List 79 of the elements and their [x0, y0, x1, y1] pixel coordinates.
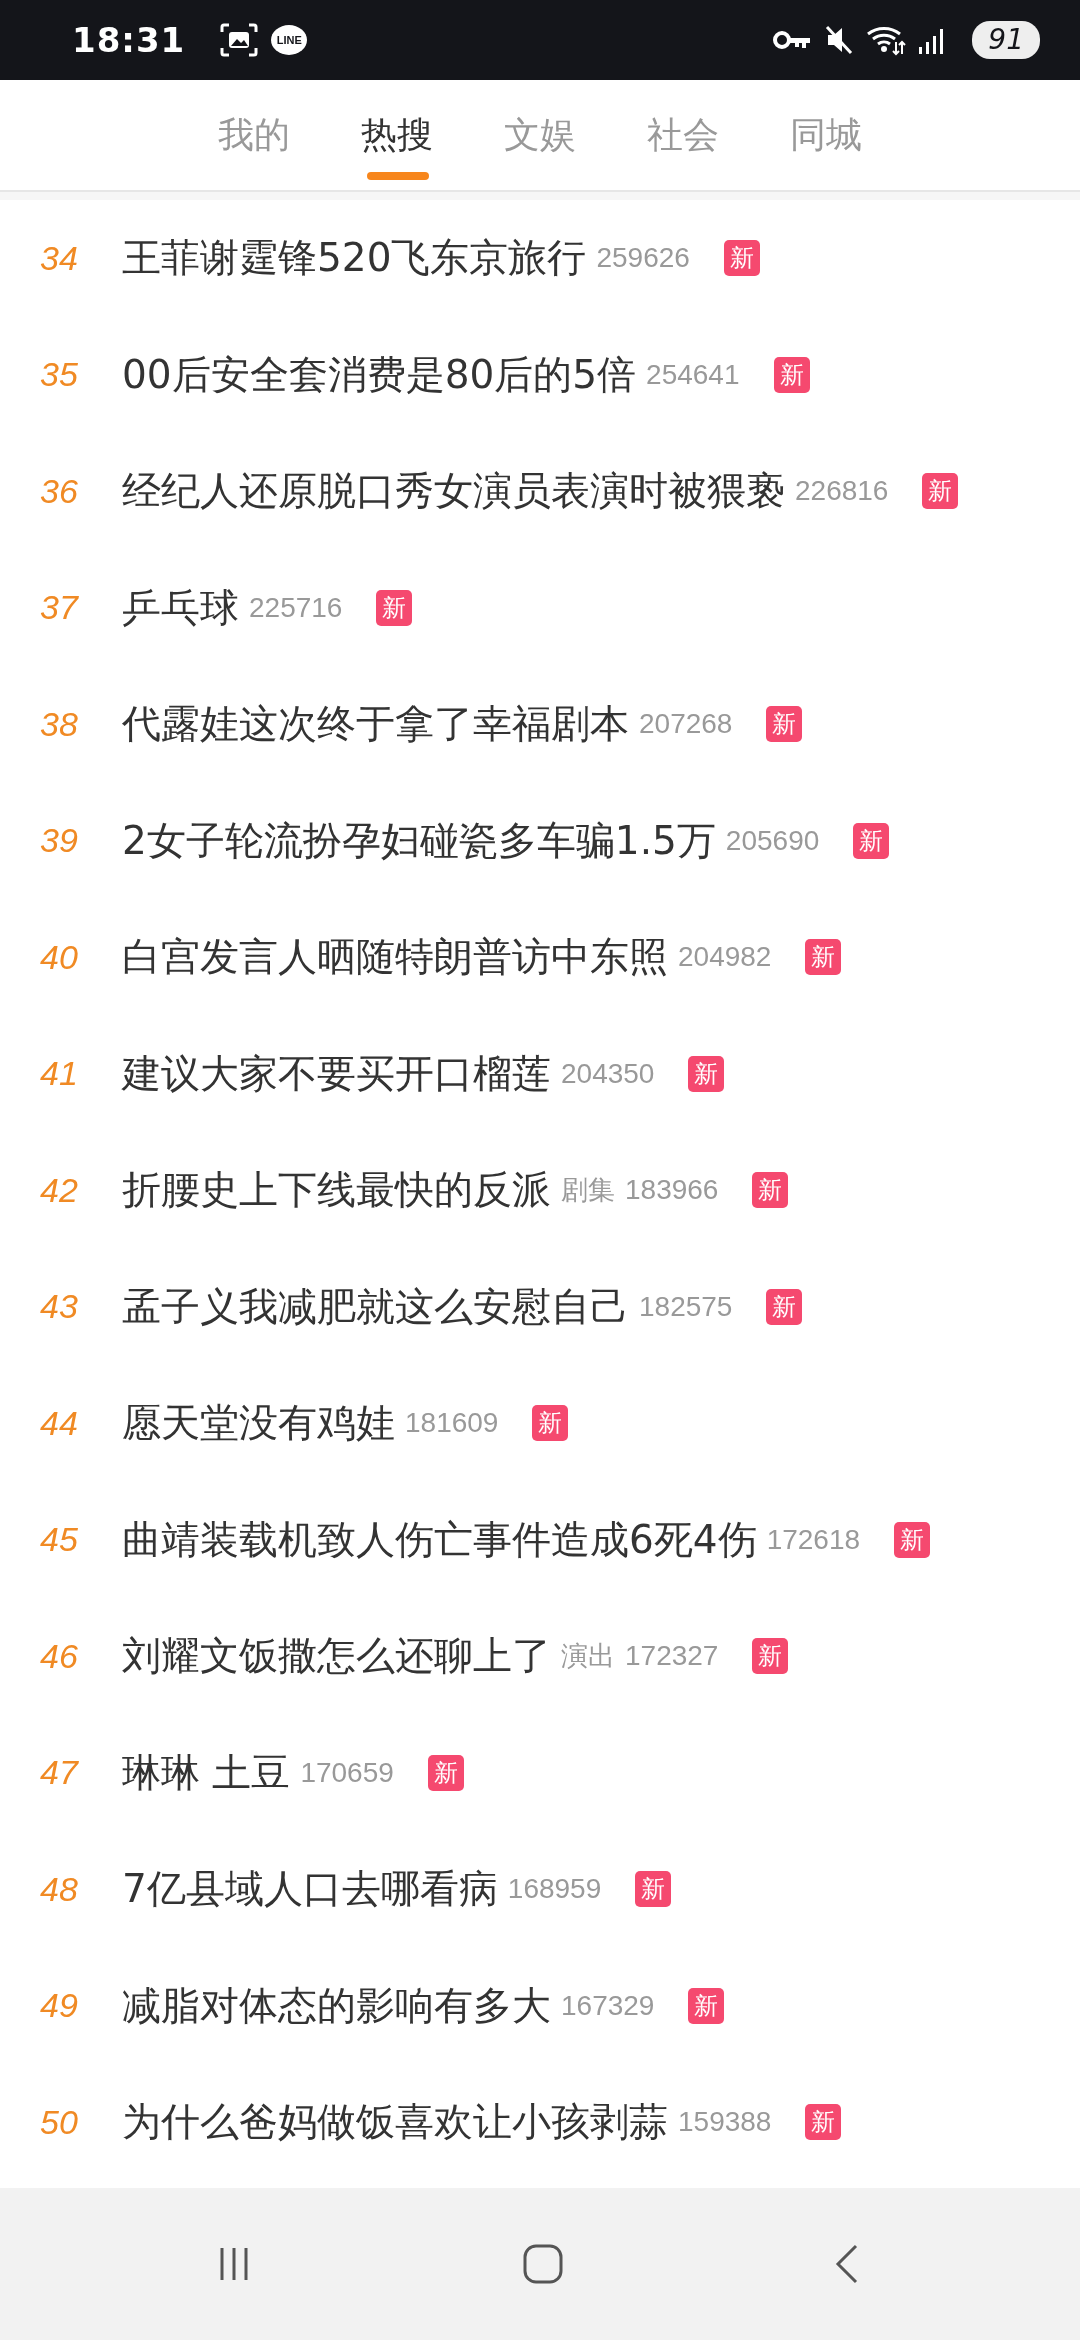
category-label: 剧集 [561, 1173, 615, 1208]
mute-icon [824, 24, 855, 56]
topic-link[interactable]: 代露娃这次终于拿了幸福剧本 [122, 697, 629, 752]
new-badge: 新 [688, 1055, 725, 1092]
tab[interactable]: 热搜 [325, 80, 469, 190]
key-icon [772, 28, 813, 52]
new-badge: 新 [752, 1172, 789, 1209]
heat-count: 183966 [625, 1174, 719, 1207]
heat-count: 172327 [625, 1640, 719, 1673]
rank-number: 49 [40, 1986, 79, 2026]
new-badge: 新 [805, 2104, 842, 2141]
rank-number: 37 [40, 588, 80, 628]
new-badge: 新 [376, 589, 413, 626]
topic-link[interactable]: 王菲谢霆锋520飞东京旅行 [122, 231, 587, 286]
topic-link[interactable]: 刘耀文饭撒怎么还聊上了 [122, 1629, 551, 1684]
new-badge: 新 [766, 1288, 803, 1325]
rank-number: 34 [40, 238, 79, 278]
rank-number: 42 [40, 1170, 79, 1210]
heat-count: 204350 [561, 1057, 655, 1090]
topic-link[interactable]: 孟子义我减肥就这么安慰自己 [122, 1279, 629, 1334]
rank-number: 41 [40, 1054, 79, 1094]
rank-number: 39 [40, 821, 79, 861]
battery-indicator: 91 [972, 21, 1040, 59]
screenshot-icon [219, 22, 260, 58]
home-icon[interactable] [521, 2242, 565, 2286]
topic-link[interactable]: 减脂对体态的影响有多大 [122, 1978, 551, 2033]
heat-count: 207268 [639, 708, 733, 741]
topic-link[interactable]: 2女子轮流扮孕妇碰瓷多车骗1.5万 [122, 813, 716, 868]
rank-number: 40 [40, 937, 79, 977]
heat-count: 225716 [249, 591, 343, 624]
status-time: 18:31 [72, 20, 186, 60]
chat-app-icon: LINE [271, 25, 308, 55]
topic-link[interactable]: 琳琳 土豆 [122, 1745, 291, 1800]
topic-link[interactable]: 为什么爸妈做饭喜欢让小孩剥蒜 [122, 2095, 668, 2150]
topic-link[interactable]: 乒乓球 [122, 580, 239, 635]
rank-number: 36 [40, 471, 79, 511]
topic-link[interactable]: 折腰史上下线最快的反派 [122, 1163, 551, 1218]
topic-link[interactable]: 白宫发言人晒随特朗普访中东照 [122, 930, 668, 985]
heat-count: 205690 [725, 824, 820, 857]
rank-number: 47 [40, 1753, 80, 1793]
rank-number: 35 [40, 355, 79, 395]
new-badge: 新 [752, 1638, 789, 1675]
new-badge: 新 [894, 1521, 931, 1558]
heat-count: 159388 [678, 2106, 772, 2139]
rank-number: 50 [40, 2102, 79, 2142]
new-badge: 新 [723, 240, 760, 277]
rank-number: 46 [40, 1636, 79, 1676]
heat-count: 259626 [596, 242, 690, 275]
new-badge: 新 [773, 356, 810, 393]
new-badge: 新 [766, 706, 803, 743]
new-badge: 新 [853, 822, 890, 859]
heat-count: 182575 [639, 1290, 733, 1323]
heat-count: 170659 [300, 1756, 394, 1789]
new-badge: 新 [532, 1405, 569, 1442]
new-badge: 新 [635, 1871, 672, 1908]
category-label: 演出 [561, 1639, 615, 1674]
topic-link[interactable]: 建议大家不要买开口榴莲 [122, 1046, 551, 1101]
topic-link[interactable]: 愿天堂没有鸡娃 [122, 1396, 395, 1451]
new-badge: 新 [922, 473, 959, 510]
heat-count: 172618 [766, 1523, 861, 1556]
new-badge: 新 [688, 1987, 725, 2024]
new-badge: 新 [427, 1754, 464, 1791]
topic-link[interactable]: 曲靖装载机致人伤亡事件造成6死4伤 [122, 1512, 757, 1567]
new-badge: 新 [805, 939, 842, 976]
rank-number: 43 [40, 1287, 79, 1327]
rank-number: 38 [40, 704, 79, 744]
heat-count: 254641 [646, 358, 740, 391]
rank-number: 45 [40, 1520, 79, 1560]
topic-link[interactable]: 00后安全套消费是80后的5倍 [122, 347, 637, 402]
heat-count: 181609 [405, 1407, 499, 1440]
rank-number: 48 [40, 1869, 79, 1909]
heat-count: 226816 [795, 475, 889, 508]
rank-number: 44 [40, 1403, 79, 1443]
wifi-icon [866, 24, 907, 56]
heat-count: 167329 [561, 1989, 655, 2022]
topic-link[interactable]: 7亿县域人口去哪看病 [122, 1862, 498, 1917]
heat-count: 204982 [678, 941, 772, 974]
topic-link[interactable]: 经纪人还原脱口秀女演员表演时被猥亵 [122, 464, 785, 519]
heat-count: 168959 [507, 1873, 602, 1906]
